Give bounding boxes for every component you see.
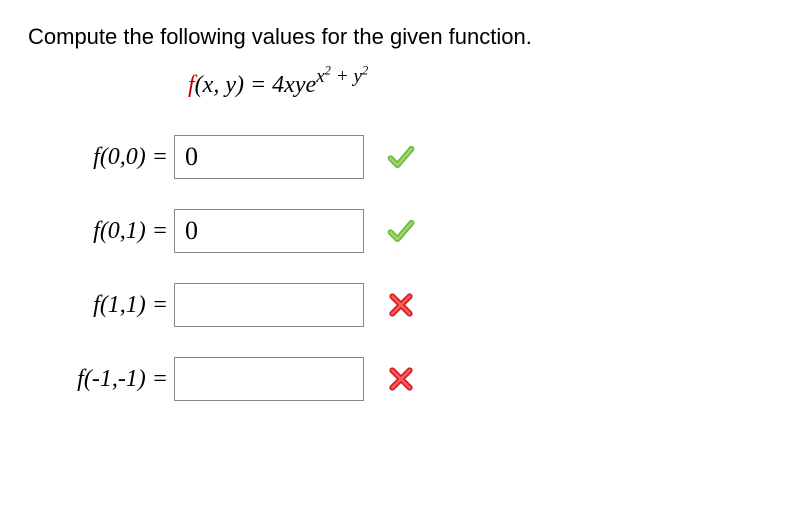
formula-body: xye bbox=[284, 72, 316, 98]
answer-label-args: (0,1) = bbox=[100, 218, 168, 244]
answer-label-fn: f bbox=[93, 292, 100, 318]
answer-label: f(0,0) = bbox=[28, 144, 174, 171]
formula-exp-x: x bbox=[316, 66, 325, 87]
answer-label-args: (1,1) = bbox=[100, 292, 168, 318]
incorrect-icon bbox=[386, 364, 416, 394]
answer-label: f(1,1) = bbox=[28, 292, 174, 319]
formula-eq: = bbox=[244, 72, 272, 98]
formula-args: (x, y) bbox=[195, 72, 244, 98]
answer-input[interactable] bbox=[174, 135, 364, 179]
formula-coeff: 4 bbox=[272, 72, 284, 98]
correct-icon bbox=[386, 216, 416, 246]
incorrect-icon bbox=[386, 290, 416, 320]
formula-exp-y: y bbox=[353, 66, 362, 87]
answer-label-fn: f bbox=[93, 144, 100, 170]
answer-input[interactable] bbox=[174, 357, 364, 401]
answer-row: f(0,1) = bbox=[28, 209, 778, 253]
function-definition: f(x, y) = 4xyex2 + y2 bbox=[188, 72, 778, 99]
answer-input[interactable] bbox=[174, 283, 364, 327]
answer-row: f(1,1) = bbox=[28, 283, 778, 327]
answer-row: f(0,0) = bbox=[28, 135, 778, 179]
answer-input[interactable] bbox=[174, 209, 364, 253]
answer-label-args: (0,0) = bbox=[100, 144, 168, 170]
answer-label: f(0,1) = bbox=[28, 218, 174, 245]
formula-fn: f bbox=[188, 72, 195, 98]
formula-exp-plus: + bbox=[331, 66, 354, 87]
answer-row: f(-1,-1) = bbox=[28, 357, 778, 401]
answer-label-fn: f bbox=[93, 218, 100, 244]
question-prompt: Compute the following values for the giv… bbox=[28, 24, 778, 50]
answer-label: f(-1,-1) = bbox=[28, 366, 174, 393]
answer-label-args: (-1,-1) = bbox=[84, 366, 168, 392]
answer-label-fn: f bbox=[77, 366, 84, 392]
formula-exp-y-sup: 2 bbox=[362, 64, 368, 78]
answer-list: f(0,0) = f(0,1) = bbox=[28, 135, 778, 401]
correct-icon bbox=[386, 142, 416, 172]
